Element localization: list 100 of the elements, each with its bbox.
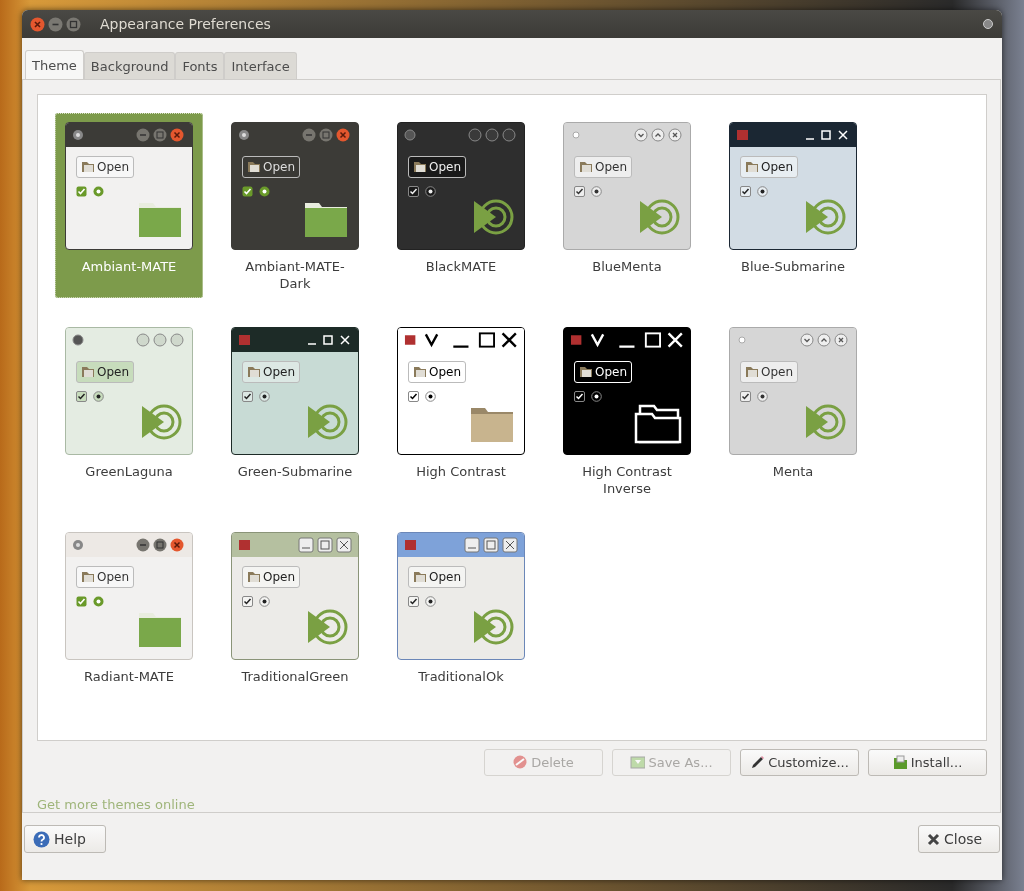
theme-name: BlueMenta (591, 258, 663, 275)
radio-icon (425, 186, 436, 197)
preview-button: Open (76, 566, 135, 588)
radio-icon (757, 391, 768, 402)
theme-item[interactable]: Open High Contrast (387, 318, 535, 503)
radio-icon (93, 186, 104, 197)
radio-icon (591, 391, 602, 402)
tab[interactable]: Background (83, 52, 176, 79)
theme-item[interactable]: Open Ambiant-MATE-Dark (221, 113, 369, 298)
preview-button: Open (76, 156, 135, 178)
theme-item[interactable]: Open TraditionalOk (387, 523, 535, 708)
window-menu-icon (238, 128, 252, 142)
theme-item[interactable]: Open Radiant-MATE (55, 523, 203, 708)
theme-item[interactable]: Open BlackMATE (387, 113, 535, 298)
preview-button: Open (76, 361, 135, 383)
folder-icon (247, 571, 261, 583)
maximize-icon[interactable] (66, 16, 81, 32)
window-buttons-icon (298, 537, 352, 553)
minimize-icon[interactable] (48, 16, 63, 32)
window-buttons-icon (302, 128, 352, 142)
radio-icon (259, 186, 270, 197)
window-buttons-icon (136, 333, 186, 347)
preview-button: Open (242, 361, 301, 383)
save-icon (630, 755, 646, 770)
checkbox-icon (242, 391, 253, 402)
folder-icon (247, 366, 261, 378)
preview-button: Open (740, 361, 799, 383)
window-buttons-icon (464, 537, 518, 553)
window-menu-icon (72, 128, 86, 142)
help-button[interactable]: Help (24, 825, 106, 853)
checkbox-icon (76, 596, 87, 607)
radio-icon (259, 391, 270, 402)
theme-item[interactable]: Open GreenLaguna (55, 318, 203, 503)
radio-icon (425, 391, 436, 402)
theme-name: TraditionalGreen (240, 668, 350, 685)
theme-item[interactable]: Open High Contrast Inverse (553, 318, 701, 503)
theme-item[interactable]: Open Menta (719, 318, 867, 503)
tab[interactable]: Fonts (175, 52, 225, 79)
radio-icon (591, 186, 602, 197)
checkbox-icon (740, 391, 751, 402)
window-menu-icon (72, 333, 86, 347)
window-buttons-icon (634, 128, 684, 142)
preview-button: Open (574, 361, 633, 383)
folder-icon (745, 161, 759, 173)
window-buttons-icon (306, 333, 352, 347)
theme-name: High Contrast Inverse (581, 463, 673, 497)
preview-button: Open (408, 361, 467, 383)
theme-name: Ambiant-MATE-Dark (244, 258, 346, 292)
window-menu-icon (238, 538, 252, 552)
window-buttons-icon (804, 128, 850, 142)
close-icon[interactable] (30, 16, 45, 32)
folder-icon (81, 571, 95, 583)
folder-icon (579, 161, 593, 173)
theme-name: Ambiant-MATE (80, 258, 178, 275)
theme-name: High Contrast (415, 463, 507, 480)
close-icon (927, 832, 940, 846)
folder-icon (413, 161, 427, 173)
theme-name: Radiant-MATE (83, 668, 175, 685)
window-menu-icon (238, 333, 252, 347)
folder-icon (247, 161, 261, 173)
folder-icon (81, 366, 95, 378)
preview-button: Open (408, 566, 467, 588)
theme-item[interactable]: Open Ambiant-MATE (55, 113, 203, 298)
theme-item[interactable]: Open Blue-Submarine (719, 113, 867, 298)
preview-button: Open (574, 156, 633, 178)
preview-button: Open (408, 156, 467, 178)
theme-name: BlackMATE (424, 258, 498, 275)
radio-icon (757, 186, 768, 197)
folder-icon (579, 366, 593, 378)
action-button[interactable]: Install... (868, 749, 987, 776)
folder-icon (81, 161, 95, 173)
checkbox-icon (574, 186, 585, 197)
folder-icon (745, 366, 759, 378)
theme-item[interactable]: Open Green-Submarine (221, 318, 369, 503)
window-menu-icon (570, 333, 584, 347)
theme-item[interactable]: Open TraditionalGreen (221, 523, 369, 708)
checkbox-icon (242, 596, 253, 607)
preview-button: Open (242, 566, 301, 588)
tab[interactable]: Theme (25, 50, 84, 79)
radio-icon (425, 596, 436, 607)
checkbox-icon (574, 391, 585, 402)
action-button[interactable]: Customize... (740, 749, 859, 776)
theme-name: Green-Submarine (236, 463, 354, 480)
window-menu-icon (404, 333, 418, 347)
folder-icon (413, 366, 427, 378)
window-buttons-icon (136, 538, 186, 552)
window-menu-icon (404, 128, 418, 142)
window-menu-icon (736, 128, 750, 142)
window-menu-icon (72, 538, 86, 552)
theme-name: Blue-Submarine (740, 258, 846, 275)
folder-icon (892, 755, 908, 770)
window-menu-icon[interactable] (982, 18, 994, 30)
window-buttons-icon (800, 333, 850, 347)
prohibited-icon (513, 755, 529, 770)
tab[interactable]: Interface (224, 52, 297, 79)
radio-icon (93, 391, 104, 402)
close-button[interactable]: Close (918, 825, 1000, 853)
theme-item[interactable]: Open BlueMenta (553, 113, 701, 298)
pencil-icon (750, 755, 766, 770)
checkbox-icon (740, 186, 751, 197)
